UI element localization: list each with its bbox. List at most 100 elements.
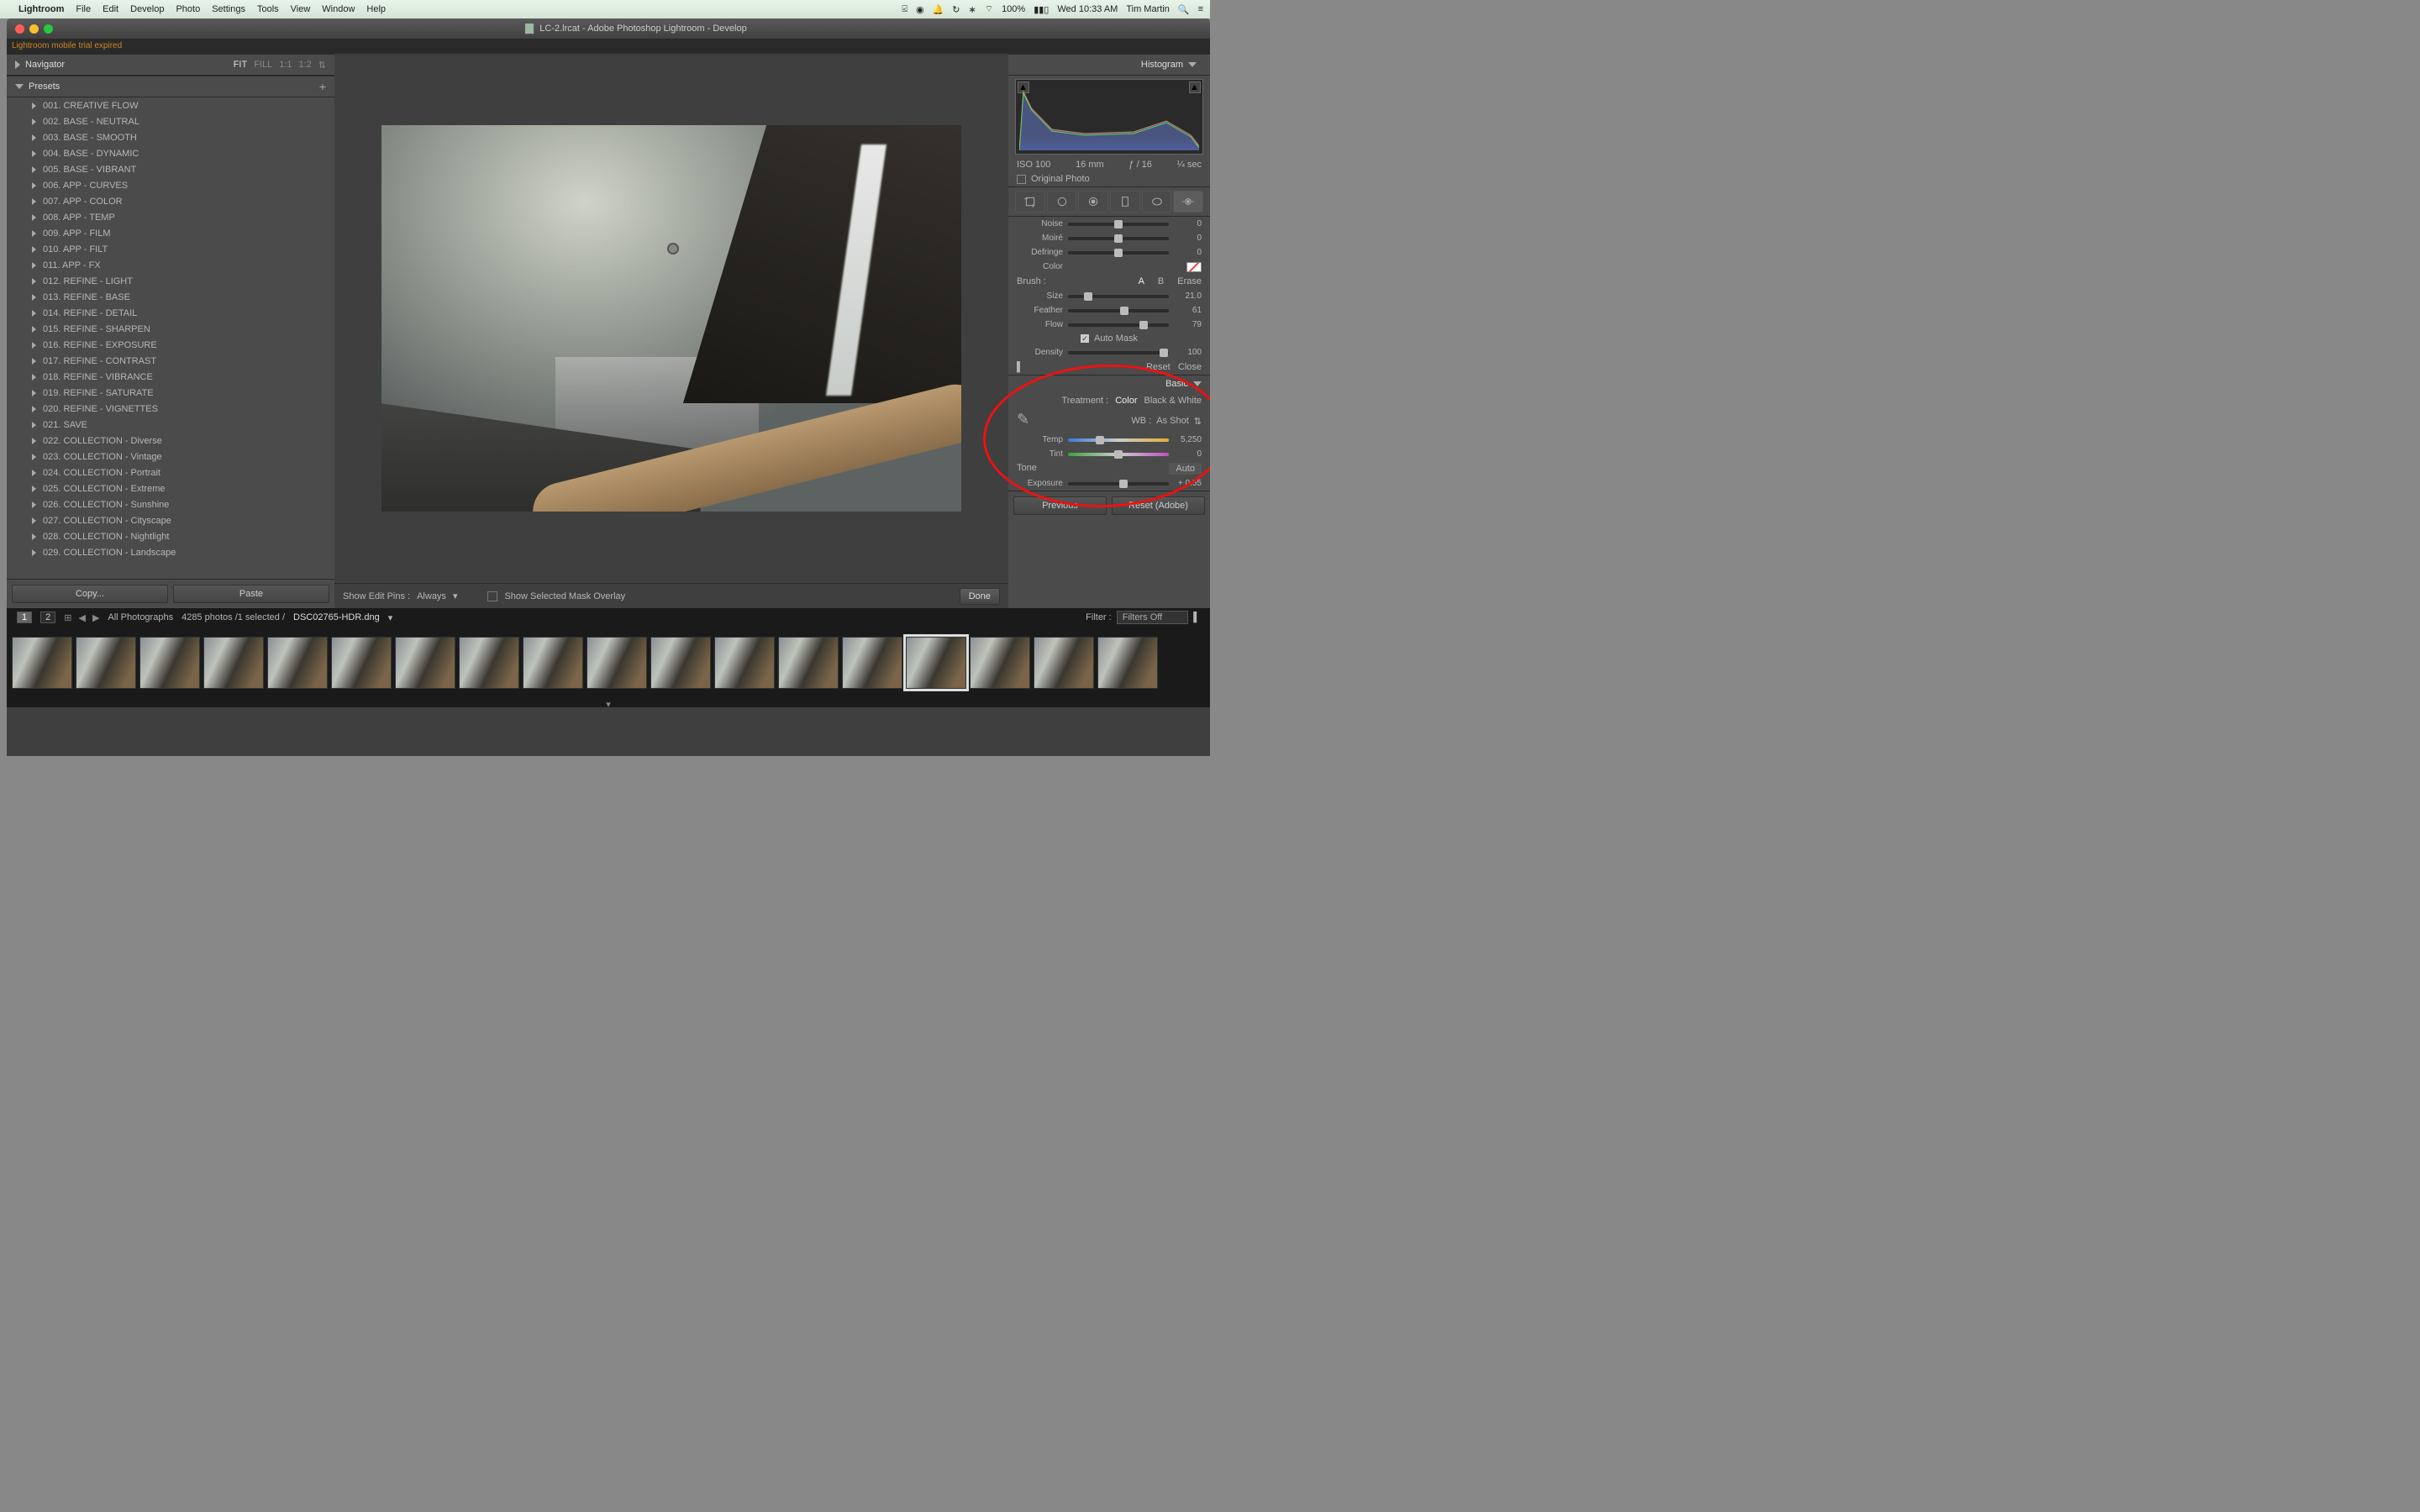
edit-pins-select[interactable]: Always [417, 591, 446, 601]
filmstrip-thumb[interactable] [12, 637, 72, 689]
graduated-filter-tool[interactable] [1110, 191, 1140, 213]
nav-back-icon[interactable]: ◀ [78, 612, 85, 623]
preset-folder[interactable]: 004. BASE - DYNAMIC [7, 145, 334, 161]
filmstrip-thumb[interactable] [842, 637, 902, 689]
spotlight-icon[interactable]: 🔍 [1178, 4, 1190, 15]
automask-checkbox[interactable]: ✓ [1081, 334, 1089, 343]
menu-settings[interactable]: Settings [212, 4, 245, 14]
reset-button[interactable]: Reset (Adobe) [1112, 496, 1205, 515]
preset-folder[interactable]: 006. APP - CURVES [7, 177, 334, 193]
image-preview[interactable] [334, 54, 1008, 583]
menu-help[interactable]: Help [366, 4, 386, 14]
copy-button[interactable]: Copy... [12, 585, 168, 603]
collection-title[interactable]: All Photographs [108, 612, 173, 622]
filmstrip[interactable] [7, 627, 1210, 699]
density-value[interactable]: 100 [1172, 348, 1202, 357]
creative-cloud-icon[interactable]: ◉ [916, 4, 924, 15]
menu-file[interactable]: File [76, 4, 91, 14]
filmstrip-thumb[interactable] [267, 637, 328, 689]
window-close-button[interactable] [15, 24, 24, 34]
preset-folder[interactable]: 025. COLLECTION - Extreme [7, 480, 334, 496]
defringe-value[interactable]: 0 [1172, 248, 1202, 257]
feather-value[interactable]: 61 [1172, 306, 1202, 315]
flow-slider[interactable] [1068, 323, 1169, 327]
moire-slider[interactable] [1068, 237, 1169, 240]
bluetooth-icon[interactable]: ∗ [969, 4, 976, 15]
menu-extras-icon[interactable]: ≡ [1198, 4, 1203, 14]
wifi-icon[interactable]: ⌔ [985, 3, 993, 15]
photo-canvas[interactable] [381, 125, 961, 512]
preset-folder[interactable]: 011. APP - FX [7, 257, 334, 273]
filmstrip-thumb[interactable] [714, 637, 775, 689]
filter-lock-icon[interactable]: ▌ [1193, 612, 1200, 622]
time-machine-icon[interactable]: ↻ [952, 4, 960, 15]
preset-folder[interactable]: 021. SAVE [7, 417, 334, 433]
grid-icon[interactable]: ⊞ [64, 612, 71, 623]
preset-folder[interactable]: 015. REFINE - SHARPEN [7, 321, 334, 337]
zoom-stepper-icon[interactable]: ⇅ [318, 60, 326, 71]
mask-overlay-checkbox[interactable] [487, 591, 497, 601]
preset-folder[interactable]: 018. REFINE - VIBRANCE [7, 369, 334, 385]
dropbox-icon[interactable]: ⍃ [902, 4, 908, 15]
window-minimize-button[interactable] [29, 24, 39, 34]
navigator-panel-header[interactable]: Navigator FIT FILL 1:1 1:2 ⇅ [7, 54, 334, 76]
preset-folder[interactable]: 026. COLLECTION - Sunshine [7, 496, 334, 512]
preset-folder[interactable]: 024. COLLECTION - Portrait [7, 465, 334, 480]
preset-folder[interactable]: 017. REFINE - CONTRAST [7, 353, 334, 369]
redeye-tool[interactable] [1078, 191, 1108, 213]
filmstrip-thumb[interactable] [650, 637, 711, 689]
adjustment-pin[interactable] [667, 243, 679, 255]
treatment-bw[interactable]: Black & White [1144, 396, 1202, 406]
zoom-fit[interactable]: FIT [234, 60, 248, 71]
preset-folder[interactable]: 016. REFINE - EXPOSURE [7, 337, 334, 353]
menu-edit[interactable]: Edit [103, 4, 118, 14]
filmstrip-thumb[interactable] [76, 637, 136, 689]
filmstrip-thumb[interactable] [331, 637, 392, 689]
preset-folder[interactable]: 012. REFINE - LIGHT [7, 273, 334, 289]
preset-folder[interactable]: 023. COLLECTION - Vintage [7, 449, 334, 465]
paste-button[interactable]: Paste [173, 585, 329, 603]
filmstrip-thumb[interactable] [459, 637, 519, 689]
filmstrip-thumb[interactable] [906, 637, 966, 689]
filmstrip-collapse-icon[interactable]: ▾ [7, 699, 1210, 707]
exposure-value[interactable]: + 0.55 [1172, 479, 1202, 488]
app-menu[interactable]: Lightroom [18, 4, 64, 14]
size-value[interactable]: 21.0 [1172, 291, 1202, 301]
clock[interactable]: Wed 10:33 AM [1057, 4, 1118, 14]
filmstrip-thumb[interactable] [395, 637, 455, 689]
menu-photo[interactable]: Photo [176, 4, 200, 14]
preset-folder[interactable]: 010. APP - FILT [7, 241, 334, 257]
brush-erase[interactable]: Erase [1177, 276, 1202, 286]
filmstrip-thumb[interactable] [139, 637, 200, 689]
preset-folder[interactable]: 027. COLLECTION - Cityscape [7, 512, 334, 528]
zoom-fill[interactable]: FILL [254, 60, 272, 71]
presets-panel-header[interactable]: Presets + [7, 76, 334, 97]
menu-view[interactable]: View [291, 4, 311, 14]
crop-tool[interactable] [1015, 191, 1045, 213]
preset-folder[interactable]: 014. REFINE - DETAIL [7, 305, 334, 321]
notifications-icon[interactable]: 🔔 [933, 4, 944, 15]
preset-folder[interactable]: 019. REFINE - SATURATE [7, 385, 334, 401]
tint-value[interactable]: 0 [1172, 449, 1202, 459]
eyedropper-icon[interactable]: ✎ [1017, 411, 1037, 431]
display-2-button[interactable]: 2 [40, 612, 55, 623]
size-slider[interactable] [1068, 295, 1169, 298]
filmstrip-thumb[interactable] [203, 637, 264, 689]
battery-status[interactable]: 100% [1002, 4, 1025, 14]
preset-folder[interactable]: 022. COLLECTION - Diverse [7, 433, 334, 449]
zoom-1-1[interactable]: 1:1 [279, 60, 292, 71]
filmstrip-thumb[interactable] [778, 637, 839, 689]
preset-folder[interactable]: 028. COLLECTION - Nightlight [7, 528, 334, 544]
brush-a[interactable]: A [1139, 276, 1144, 286]
exposure-slider[interactable] [1068, 482, 1169, 486]
adjustment-brush-tool[interactable] [1173, 191, 1203, 213]
preset-folder[interactable]: 029. COLLECTION - Landscape [7, 544, 334, 560]
temp-value[interactable]: 5,250 [1172, 435, 1202, 444]
defringe-slider[interactable] [1068, 251, 1169, 255]
brush-close[interactable]: Close [1178, 362, 1202, 372]
auto-tone-button[interactable]: Auto [1169, 463, 1202, 475]
density-slider[interactable] [1068, 351, 1169, 354]
histogram[interactable]: ▲ ▲ [1015, 79, 1203, 155]
basic-panel-header[interactable]: Basic [1008, 375, 1210, 392]
preset-folder[interactable]: 013. REFINE - BASE [7, 289, 334, 305]
